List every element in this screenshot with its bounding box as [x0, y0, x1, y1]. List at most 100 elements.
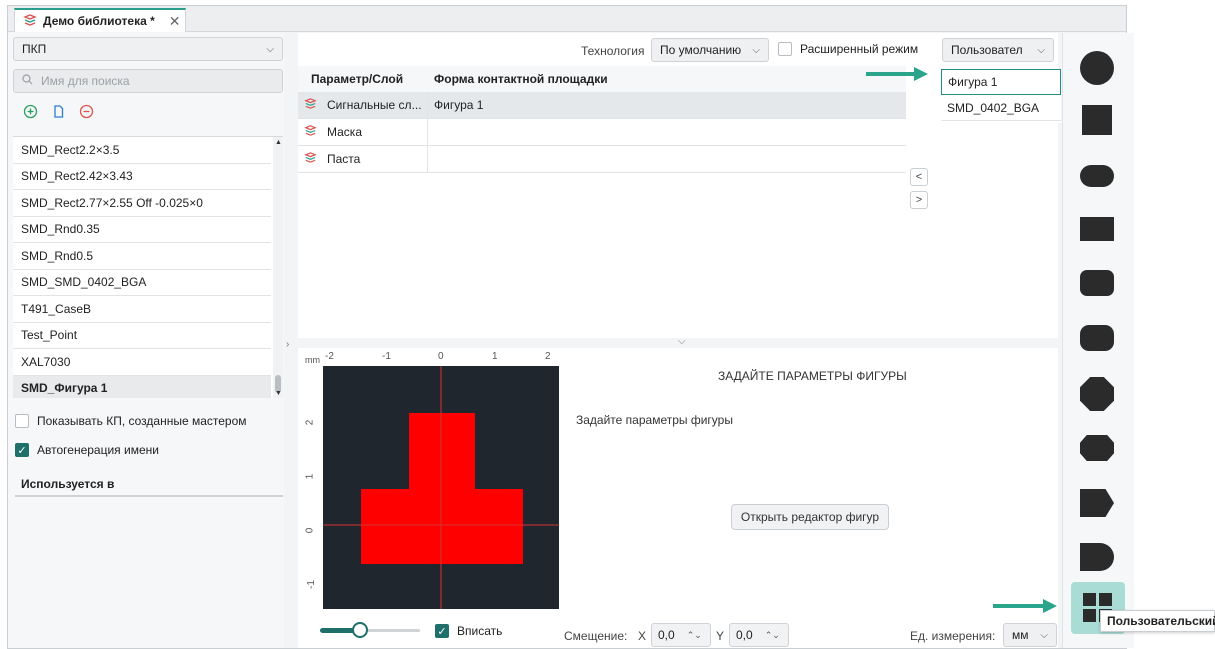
- checkbox-unchecked-icon[interactable]: [15, 414, 29, 428]
- ruler-x-tick: -2: [325, 351, 334, 362]
- chevron-down-icon[interactable]: ⌵: [678, 336, 686, 347]
- tooltip: Пользовательский: [1100, 610, 1215, 632]
- list-item[interactable]: SMD_Rect2.2×3.5: [13, 137, 271, 164]
- user-shapes-select[interactable]: Пользовател ⌵: [942, 38, 1054, 62]
- category-value: ПКП: [22, 42, 47, 56]
- shape-preview-svg: [323, 366, 559, 609]
- library-icon: [23, 13, 37, 30]
- scroll-down-icon[interactable]: ▼: [275, 390, 282, 397]
- list-item[interactable]: SMD_Rect2.77×2.55 Off -0.025×0: [13, 190, 271, 217]
- d-shape-icon[interactable]: [1080, 543, 1114, 571]
- search-icon: [22, 74, 33, 88]
- list-item[interactable]: Test_Point: [13, 323, 271, 349]
- rounded-rect-alt-shape-icon[interactable]: [1080, 325, 1114, 351]
- zoom-slider[interactable]: [320, 622, 420, 638]
- close-icon[interactable]: ✕: [169, 13, 181, 30]
- list-scrollbar[interactable]: ▲ ▼: [273, 137, 283, 398]
- offset-x-value: 0,0: [658, 628, 675, 642]
- list-item[interactable]: XAL7030: [13, 349, 271, 376]
- table-row[interactable]: Маска: [298, 119, 906, 146]
- scroll-up-icon[interactable]: ▲: [275, 139, 282, 146]
- fit-label: Вписать: [457, 624, 503, 638]
- d-chamfer-shape-icon[interactable]: [1080, 489, 1114, 517]
- tech-value: По умолчанию: [660, 43, 742, 57]
- square-shape-icon[interactable]: [1082, 105, 1112, 135]
- offset-x-input[interactable]: 0,0 ⌃⌄: [651, 623, 711, 647]
- chevron-down-icon: ⌵: [266, 43, 274, 55]
- oblong-shape-icon[interactable]: [1080, 165, 1114, 187]
- fit-checkbox[interactable]: ✓ Вписать: [435, 624, 502, 638]
- list-item[interactable]: SMD_Rnd0.5: [13, 243, 271, 270]
- editor-panel: Технология По умолчанию ⌵ Расширенный ре…: [298, 33, 1061, 648]
- open-shape-editor-button[interactable]: Открыть редактор фигур: [731, 504, 889, 530]
- library-panel: ПКП ⌵ Имя для поиска SMD_Rect2.2×3.5 SMD…: [8, 33, 284, 648]
- move-left-button[interactable]: <: [910, 168, 928, 186]
- offset-x-label: X: [638, 629, 647, 643]
- autoname-checkbox[interactable]: ✓ Автогенерация имени: [15, 443, 159, 457]
- advanced-mode-label: Расширенный режим: [800, 42, 919, 56]
- rectangle-shape-icon[interactable]: [1080, 217, 1114, 241]
- layers-icon: [304, 97, 317, 113]
- ruler-x-tick: 1: [492, 351, 498, 362]
- list-item[interactable]: SMD_Rnd0.35: [13, 217, 271, 243]
- rounded-rectangle-shape-icon[interactable]: [1080, 270, 1114, 296]
- copy-icon[interactable]: [50, 103, 66, 119]
- octagon-shape-icon[interactable]: [1080, 377, 1114, 411]
- category-select[interactable]: ПКП ⌵: [13, 37, 283, 61]
- layers-table: Параметр/Слой Форма контактной площадки …: [298, 66, 906, 348]
- shape-cell[interactable]: [428, 119, 906, 145]
- checkbox-checked-icon[interactable]: ✓: [15, 443, 29, 457]
- layer-name: Маска: [327, 125, 362, 139]
- spinner-arrows-icon[interactable]: ⌃⌄: [687, 630, 702, 641]
- add-icon[interactable]: [22, 103, 38, 119]
- slider-handle[interactable]: [352, 622, 368, 638]
- checkbox-checked-icon[interactable]: ✓: [435, 624, 449, 638]
- units-value: мм: [1012, 628, 1029, 642]
- list-toolbar: [22, 103, 94, 119]
- checkbox-unchecked-icon[interactable]: [778, 42, 792, 56]
- ruler-y-tick: 2: [304, 419, 316, 426]
- shape-preview-canvas[interactable]: [323, 366, 559, 609]
- tech-select[interactable]: По умолчанию ⌵: [651, 38, 769, 62]
- horizontal-splitter[interactable]: ⌵: [298, 336, 1058, 348]
- table-row[interactable]: Паста: [298, 146, 906, 173]
- chamfered-shape-icon[interactable]: [1080, 435, 1114, 461]
- chevron-right-icon[interactable]: ›: [286, 339, 289, 350]
- layers-icon: [304, 124, 317, 140]
- ruler-x-tick: -1: [382, 351, 391, 362]
- spinner-arrows-icon[interactable]: ⌃⌄: [765, 630, 780, 641]
- autoname-label: Автогенерация имени: [37, 443, 159, 457]
- shape-cell[interactable]: [428, 146, 906, 172]
- show-wizard-checkbox[interactable]: Показывать КП, созданные мастером: [15, 414, 247, 428]
- offset-y-input[interactable]: 0,0 ⌃⌄: [729, 623, 789, 647]
- shape-cell[interactable]: Фигура 1: [428, 92, 906, 118]
- chevron-down-icon: ⌵: [1040, 629, 1048, 641]
- ruler-y-tick: 0: [304, 527, 316, 534]
- circle-shape-icon[interactable]: [1080, 51, 1114, 85]
- units-select[interactable]: мм ⌵: [1003, 623, 1057, 647]
- table-row[interactable]: Сигнальные сл... Фигура 1: [298, 92, 906, 119]
- chevron-down-icon: ⌵: [1037, 44, 1045, 56]
- list-item[interactable]: T491_CaseB: [13, 296, 271, 323]
- units-label: Ед. измерения:: [910, 629, 996, 643]
- remove-icon[interactable]: [78, 103, 94, 119]
- layer-name: Паста: [327, 152, 361, 166]
- list-item[interactable]: SMD_Rect2.42×3.43: [13, 164, 271, 190]
- list-item-selected[interactable]: Фигура 1: [941, 69, 1061, 95]
- advanced-mode-checkbox[interactable]: Расширенный режим: [778, 42, 918, 56]
- list-item-selected[interactable]: SMD_Фигура 1: [13, 375, 271, 398]
- shape-upper-block: [409, 413, 475, 491]
- list-item[interactable]: SMD_0402_BGA: [941, 95, 1061, 121]
- tech-label: Технология: [581, 44, 645, 58]
- list-item[interactable]: SMD_SMD_0402_BGA: [13, 270, 271, 296]
- annotation-arrow: [993, 599, 1057, 613]
- ruler-unit: mm: [305, 355, 320, 365]
- search-input[interactable]: Имя для поиска: [13, 69, 283, 93]
- table-header: Параметр/Слой Форма контактной площадки: [298, 66, 906, 92]
- vertical-splitter[interactable]: ›: [285, 33, 297, 648]
- move-right-button[interactable]: >: [910, 191, 928, 209]
- show-wizard-label: Показывать КП, созданные мастером: [37, 414, 247, 428]
- tab-demo-library[interactable]: Демо библиотека * ✕: [14, 8, 186, 32]
- ruler-y-tick: -1: [305, 580, 317, 589]
- layer-name: Сигнальные сл...: [327, 98, 422, 112]
